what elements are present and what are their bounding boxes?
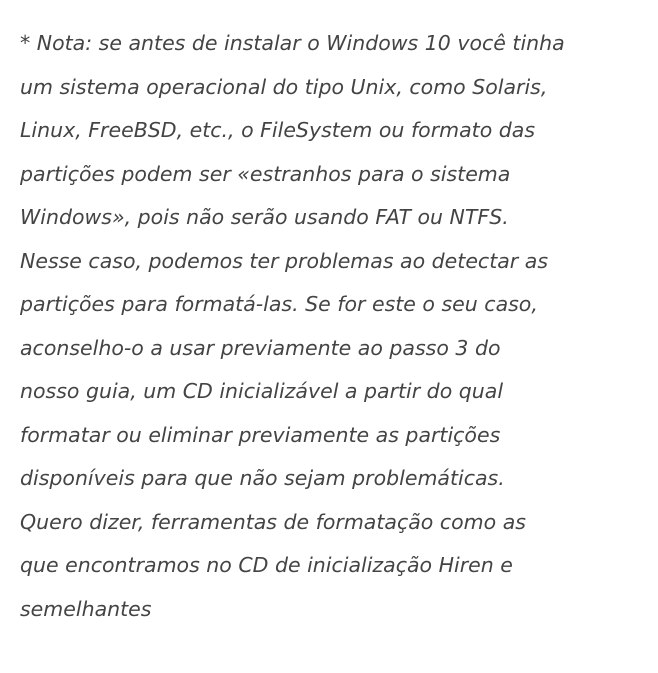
note-line-7: partições para formatá-las. Se for este … [20,292,538,316]
note-line-6: Nesse caso, podemos ter problemas ao det… [20,248,548,273]
note-line-1: * Nota: se antes de instalar o Windows 1… [20,31,565,55]
note-line-10: formatar ou eliminar previamente as part… [20,422,501,447]
note-line-9: nosso guia, um CD inicializável a partir… [20,379,504,403]
note-line-11: disponíveis para que não sejam problemát… [20,466,505,490]
note-line-2: um sistema operacional do tipo Unix, com… [20,74,548,99]
note-line-8: aconselho-o a usar previamente ao passo … [20,335,501,360]
note-line-5: Windows», pois não serão usando FAT ou N… [20,205,509,229]
note-line-4: partições podem ser «estranhos para o si… [20,161,511,186]
note-paragraph: * Nota: se antes de instalar o Windows 1… [20,22,645,631]
note-line-14: semelhantes [20,596,152,621]
note-line-3: Linux, FreeBSD, etc., o FileSystem ou fo… [20,118,536,142]
note-line-12: Quero dizer, ferramentas de formatação c… [20,509,526,534]
note-line-13: que encontramos no CD de inicialização H… [20,553,513,577]
